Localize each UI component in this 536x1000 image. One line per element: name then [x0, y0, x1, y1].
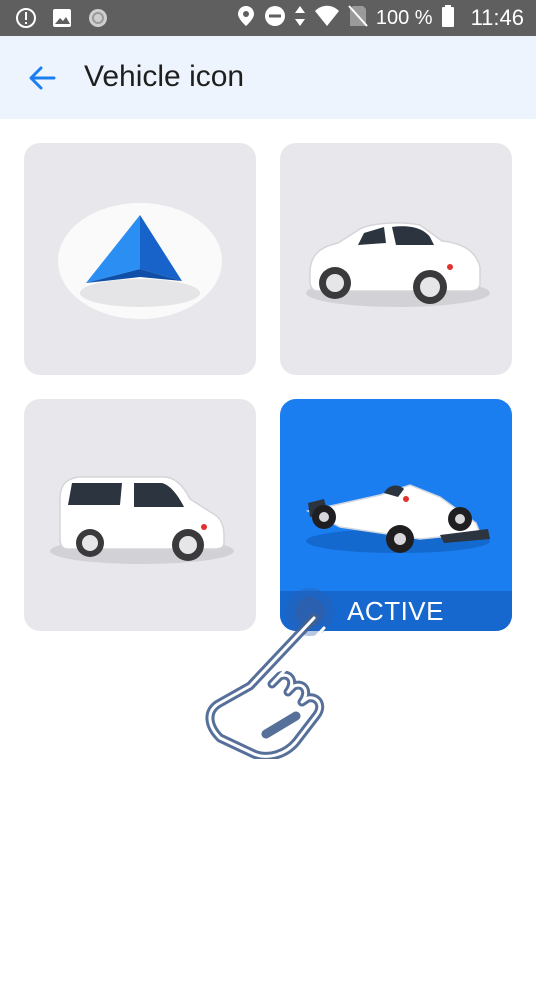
- app-bar: Vehicle icon: [0, 36, 536, 119]
- alert-icon: [14, 6, 38, 35]
- clock: 11:46: [470, 5, 524, 30]
- data-arrows-icon: [294, 4, 306, 33]
- battery-icon: [441, 4, 455, 33]
- status-bar: 100 % 11:46: [0, 0, 536, 36]
- battery-percent: 100 %: [375, 6, 433, 29]
- circle-icon: [86, 6, 110, 35]
- arrow-back-icon: [29, 66, 56, 90]
- wifi-icon: [314, 5, 340, 32]
- tap-hand-icon: [196, 584, 346, 764]
- vehicle-option-sports-car[interactable]: [280, 143, 512, 375]
- back-button[interactable]: [26, 62, 58, 94]
- location-icon: [236, 4, 256, 33]
- page-title: Vehicle icon: [84, 60, 245, 93]
- vehicle-option-arrow[interactable]: [24, 143, 256, 375]
- sports-car-icon: [306, 222, 490, 307]
- navigation-arrow-icon: [58, 203, 222, 319]
- image-icon: [50, 6, 74, 35]
- no-sim-icon: [348, 4, 368, 33]
- do-not-disturb-icon: [264, 5, 286, 32]
